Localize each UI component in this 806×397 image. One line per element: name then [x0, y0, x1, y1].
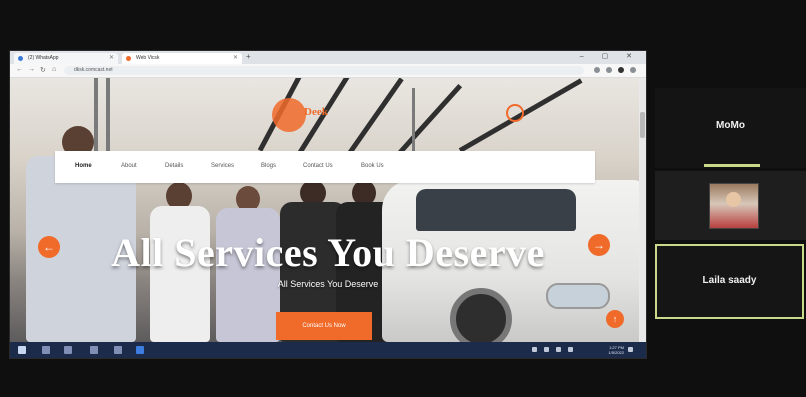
nav-item-about[interactable]: About [121, 163, 137, 169]
window-controls[interactable]: – ▢ ✕ [580, 52, 640, 60]
profile-avatar-icon[interactable] [618, 67, 624, 73]
bookmark-icon[interactable] [606, 67, 612, 73]
app-icon[interactable] [90, 346, 98, 354]
participant-name: Laila saady [702, 275, 757, 286]
decorative-stripe [398, 83, 463, 155]
website-hero-section: Deek Home About Details Services Blogs C… [10, 78, 646, 342]
scrollbar-thumb[interactable] [640, 112, 645, 138]
nav-item-home[interactable]: Home [75, 163, 92, 169]
participant-name: MoMo [716, 120, 745, 131]
close-tab-icon[interactable]: ✕ [109, 53, 114, 64]
page-scrollbar[interactable] [639, 78, 646, 342]
nav-item-services[interactable]: Services [211, 163, 234, 169]
participant-tile-laila[interactable]: Laila saady [655, 244, 804, 319]
start-icon[interactable] [18, 346, 26, 354]
nav-item-details[interactable]: Details [165, 163, 183, 169]
extension-icon[interactable] [594, 67, 600, 73]
reload-icon[interactable]: ↻ [40, 66, 46, 74]
browser-tab-whatsapp[interactable]: (2) WhatsApp ✕ [14, 53, 118, 64]
decorative-stripe [347, 78, 404, 154]
participant-video-thumbnail [709, 183, 759, 229]
close-tab-icon[interactable]: ✕ [233, 53, 238, 64]
taskbar-clock[interactable]: 1:27 PM 1/5/2022 [608, 345, 624, 355]
browser-tab-label: (2) WhatsApp [28, 55, 59, 61]
back-arrow-icon[interactable]: ← [16, 66, 23, 73]
network-icon[interactable] [556, 347, 561, 352]
decorative-circle [506, 104, 524, 122]
browser-app-icon[interactable] [136, 346, 144, 354]
browser-address-bar: ← → ↻ ⌂ dksk.comcast.net [10, 64, 646, 78]
browser-tab-bar: (2) WhatsApp ✕ Web Vicsk ✕ + – ▢ ✕ [10, 51, 646, 64]
windows-taskbar: 1:27 PM 1/5/2022 [10, 342, 646, 358]
whatsapp-favicon-icon [18, 56, 23, 61]
hero-title: All Services You Deserve [111, 230, 545, 275]
volume-icon[interactable] [568, 347, 573, 352]
task-view-icon[interactable] [64, 346, 72, 354]
menu-dots-icon[interactable] [630, 67, 636, 73]
site-logo-text[interactable]: Deek [304, 106, 328, 118]
car-wheel [450, 288, 512, 342]
app-icon[interactable] [114, 346, 122, 354]
home-icon[interactable]: ⌂ [52, 66, 56, 73]
notifications-icon[interactable] [628, 347, 633, 352]
search-icon[interactable] [42, 346, 50, 354]
pole [106, 78, 110, 158]
active-speaker-indicator [704, 164, 760, 167]
clock-date: 1/5/2022 [608, 350, 624, 355]
participant-tile-momo[interactable]: MoMo [655, 88, 806, 168]
nav-item-blogs[interactable]: Blogs [261, 163, 276, 169]
hero-subtitle: All Services You Deserve [277, 279, 379, 289]
nav-item-book[interactable]: Book Us [361, 163, 384, 169]
url-field[interactable]: dksk.comcast.net [64, 66, 584, 75]
pole [94, 78, 98, 158]
tray-icon[interactable] [544, 347, 549, 352]
website-favicon-icon [126, 56, 131, 61]
site-nav-menu: Home About Details Services Blogs Contac… [55, 151, 595, 183]
tray-icon[interactable] [532, 347, 537, 352]
scroll-to-top-button[interactable]: ↑ [606, 310, 624, 328]
participant-face [726, 192, 741, 207]
pole [412, 88, 415, 158]
forward-arrow-icon[interactable]: → [28, 66, 35, 73]
car-window [416, 189, 576, 231]
browser-tab-website[interactable]: Web Vicsk ✕ [122, 53, 242, 64]
hero-cta-button[interactable]: Contact Us Now [276, 312, 372, 340]
browser-tab-label: Web Vicsk [136, 55, 160, 61]
site-logo-icon[interactable] [272, 98, 306, 132]
new-tab-button[interactable]: + [246, 52, 251, 61]
nav-item-contact[interactable]: Contact Us [303, 163, 333, 169]
url-text: dksk.comcast.net [74, 67, 113, 73]
shared-screen-browser-window: (2) WhatsApp ✕ Web Vicsk ✕ + – ▢ ✕ ← → ↻… [9, 50, 647, 359]
